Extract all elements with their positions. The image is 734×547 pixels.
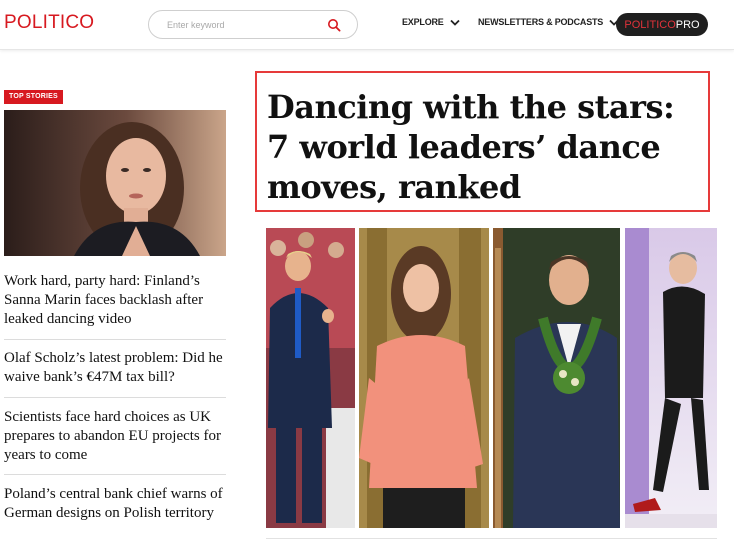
- nav-explore[interactable]: EXPLORE: [402, 17, 460, 27]
- search-icon[interactable]: [327, 18, 341, 32]
- nav-newsletters-label: NEWSLETTERS & PODCASTS: [478, 17, 604, 27]
- photo-leader-4[interactable]: [625, 228, 717, 528]
- leader-photo-3-image: [493, 228, 620, 528]
- headline-highlight-box: Dancing with the stars: 7 world leaders’…: [255, 71, 710, 212]
- story-divider: [4, 397, 226, 398]
- story-link-2[interactable]: Olaf Scholz’s latest problem: Did he wai…: [4, 349, 226, 387]
- leader-photo-1-image: [266, 228, 355, 528]
- story-link-4[interactable]: Poland’s central bank chief warns of Ger…: [4, 485, 226, 523]
- nav-newsletters-podcasts[interactable]: NEWSLETTERS & PODCASTS: [478, 17, 619, 27]
- story-link-3[interactable]: Scientists face hard choices as UK prepa…: [4, 408, 226, 465]
- photo-leader-1[interactable]: [266, 228, 355, 528]
- nav-explore-label: EXPLORE: [402, 17, 444, 27]
- leader-photo-2-image: [359, 228, 489, 528]
- story-divider: [4, 339, 226, 340]
- chevron-down-icon: [449, 19, 460, 26]
- photo-leader-3[interactable]: [493, 228, 620, 528]
- search-input[interactable]: [167, 17, 317, 33]
- politico-logo[interactable]: POLITICO: [4, 12, 94, 34]
- leader-photo-4-image: [625, 228, 717, 528]
- site-header: POLITICO EXPLORE NEWSLETTERS & PODCASTS …: [0, 0, 734, 50]
- pro-button-brand: POLITICO: [624, 18, 676, 31]
- story-link-1[interactable]: Work hard, party hard: Finland’s Sanna M…: [4, 272, 226, 329]
- portrait-photo: [4, 110, 226, 256]
- content-divider: [266, 538, 717, 539]
- pro-button-pro: PRO: [675, 18, 700, 31]
- photo-leader-2[interactable]: [359, 228, 489, 528]
- story-divider: [4, 474, 226, 475]
- politico-pro-button[interactable]: POLITICO PRO: [616, 13, 708, 36]
- search-box[interactable]: [148, 10, 358, 39]
- main-headline[interactable]: Dancing with the stars: 7 world leaders’…: [267, 87, 697, 207]
- top-stories-tag[interactable]: TOP STORIES: [4, 90, 63, 104]
- lead-story-image[interactable]: [4, 110, 226, 256]
